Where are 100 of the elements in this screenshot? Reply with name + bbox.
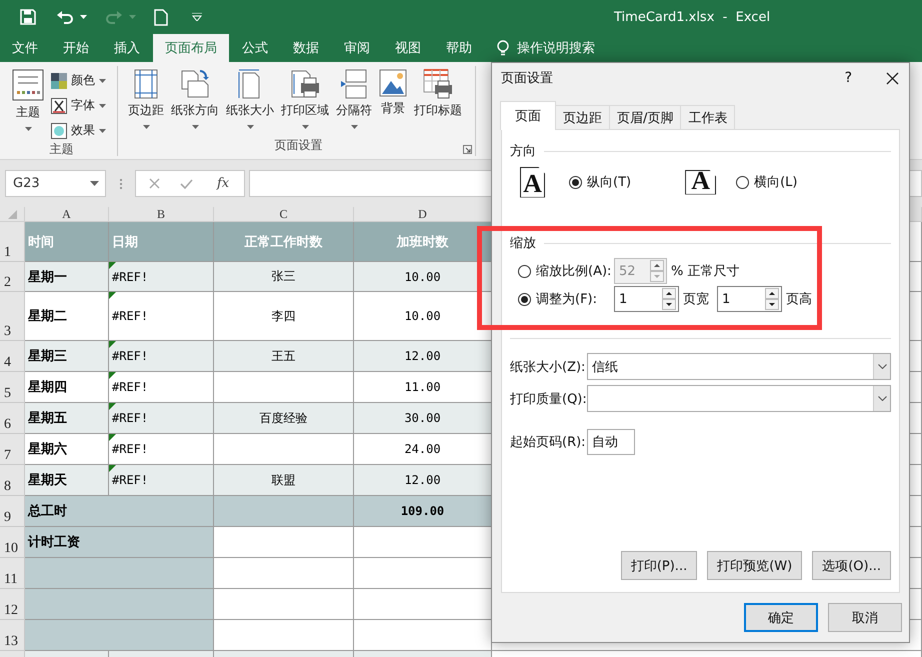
ribbon-button[interactable]: 纸张大小 [224,66,276,137]
section-heading: 方向 [510,143,536,160]
chevron-down-icon[interactable] [878,396,886,401]
radio-button[interactable] [518,292,531,306]
table-cell: 星期五 [25,403,109,434]
caret-icon[interactable] [80,15,87,19]
caret-icon[interactable] [302,125,308,129]
ribbon-tab[interactable]: 页面布局 [153,34,229,62]
document-icon[interactable] [154,8,168,26]
undo-icon[interactable] [56,9,74,25]
ribbon-tab[interactable]: 插入 [102,34,152,62]
table-cell: 12.00 [354,341,492,372]
row-header[interactable]: 11 [0,558,25,589]
ribbon-tab[interactable]: 数据 [281,34,331,62]
table-cell: 联盟 [214,465,354,496]
dialog-button[interactable]: 打印预览(W) [707,551,802,580]
caret-icon[interactable] [24,127,32,131]
redo-icon [105,9,123,25]
ribbon-button[interactable]: 页边距 [126,66,166,137]
spinner-field[interactable]: 1 [614,286,679,312]
ribbon-tab[interactable]: 开始 [51,34,101,62]
column-header[interactable]: A [25,207,109,222]
ribbon-button[interactable]: 字体 [49,95,108,116]
ribbon-button[interactable]: 颜色 [49,70,108,91]
table-cell: 星期三 [25,341,109,372]
row-header[interactable]: 2 [0,262,25,292]
dropdown-field[interactable]: 信纸 [587,353,891,380]
name-box[interactable]: G23 [5,170,106,197]
unit-label: % 正常尺寸 [671,263,740,280]
caret-icon[interactable] [350,125,358,129]
close-icon[interactable] [886,72,899,84]
ribbon-button[interactable]: 打印区域 [279,66,331,137]
row-header[interactable]: 1 [0,222,25,262]
ribbon-tab[interactable]: 公式 [230,34,280,62]
ribbon-button[interactable]: 背景 [377,66,409,137]
dialog-title: 页面设置 [501,70,554,87]
row-header[interactable]: 6 [0,403,25,434]
ribbon-button[interactable]: 纸张方向 [169,66,221,137]
group-label: 页面设置 [274,137,322,154]
row-header[interactable]: 5 [0,372,25,403]
row-header[interactable]: 7 [0,434,25,465]
caret-icon[interactable] [99,78,106,82]
caret-icon[interactable] [142,125,150,129]
radio-label[interactable]: 横向(L) [754,173,798,191]
radio-button[interactable] [736,176,750,188]
caret-icon[interactable] [99,128,106,132]
save-icon[interactable] [20,9,36,25]
ribbon-tab[interactable]: 帮助 [434,34,484,62]
spin-arrows-icon[interactable] [765,288,779,310]
table-cell: 正常工作时数 [214,222,354,262]
help-button[interactable]: ? [844,70,852,86]
field-label: 纸张大小(Z): [510,358,586,376]
row-header[interactable]: 9 [0,496,25,527]
column-header[interactable]: D [354,207,492,222]
radio-button[interactable] [569,176,582,188]
customize-icon[interactable] [192,13,202,21]
print-area-icon [289,69,321,99]
row-header[interactable]: 10 [0,527,25,558]
ribbon-button[interactable]: 效果 [49,120,108,141]
column-header[interactable]: C [214,207,354,222]
table-cell: 12.00 [354,465,492,496]
dialog-button[interactable]: 确定 [744,603,818,632]
caret-icon[interactable] [90,181,99,186]
caret-icon[interactable] [192,125,198,129]
ribbon-button[interactable]: 主题 [10,66,46,141]
column-header[interactable]: B [109,207,214,222]
row-header[interactable]: 13 [0,620,25,651]
caret-icon[interactable] [246,125,254,129]
ribbon-button[interactable]: 分隔符 [334,66,374,137]
color-swatch-icon [51,72,67,88]
caret-icon[interactable] [99,104,106,108]
row-header[interactable]: 3 [0,292,25,341]
check-icon[interactable] [180,178,193,188]
ribbon-tab[interactable]: 视图 [383,34,433,62]
row-header[interactable]: 4 [0,341,25,372]
insert-function-button[interactable]: fx [217,176,230,191]
dialog-button[interactable]: 取消 [828,603,902,632]
chevron-down-icon[interactable] [878,364,886,369]
dialog-tab[interactable]: 页面 [500,101,556,130]
table-cell: 星期六 [25,434,109,465]
ribbon-button[interactable]: 打印标题 [412,66,464,137]
dialog-button[interactable]: 打印(P)... [620,551,698,580]
row-header[interactable]: 8 [0,465,25,496]
radio-label[interactable]: 纵向(T) [587,173,632,191]
radio-label[interactable]: 调整为(F): [536,290,598,308]
group-label: 主题 [50,141,74,158]
input-field[interactable]: 自动 [587,429,635,455]
dialog-tab[interactable]: 工作表 [680,105,736,129]
ribbon-tab[interactable]: 审阅 [332,34,382,62]
ribbon-tab[interactable]: 文件 [0,34,50,62]
window-title: TimeCard1.xlsx - Excel [614,10,770,24]
row-header[interactable]: 12 [0,589,25,620]
table-cell: 张三 [214,262,354,292]
font-icon [51,98,67,114]
tell-me-search[interactable]: 操作说明搜索 [497,34,595,62]
dialog-launcher-icon[interactable] [463,145,472,154]
dialog-button[interactable]: 选项(O)... [812,551,891,580]
spin-arrows-icon[interactable] [662,288,676,310]
dropdown-field[interactable] [587,385,891,412]
spinner-field[interactable]: 1 [717,286,782,312]
